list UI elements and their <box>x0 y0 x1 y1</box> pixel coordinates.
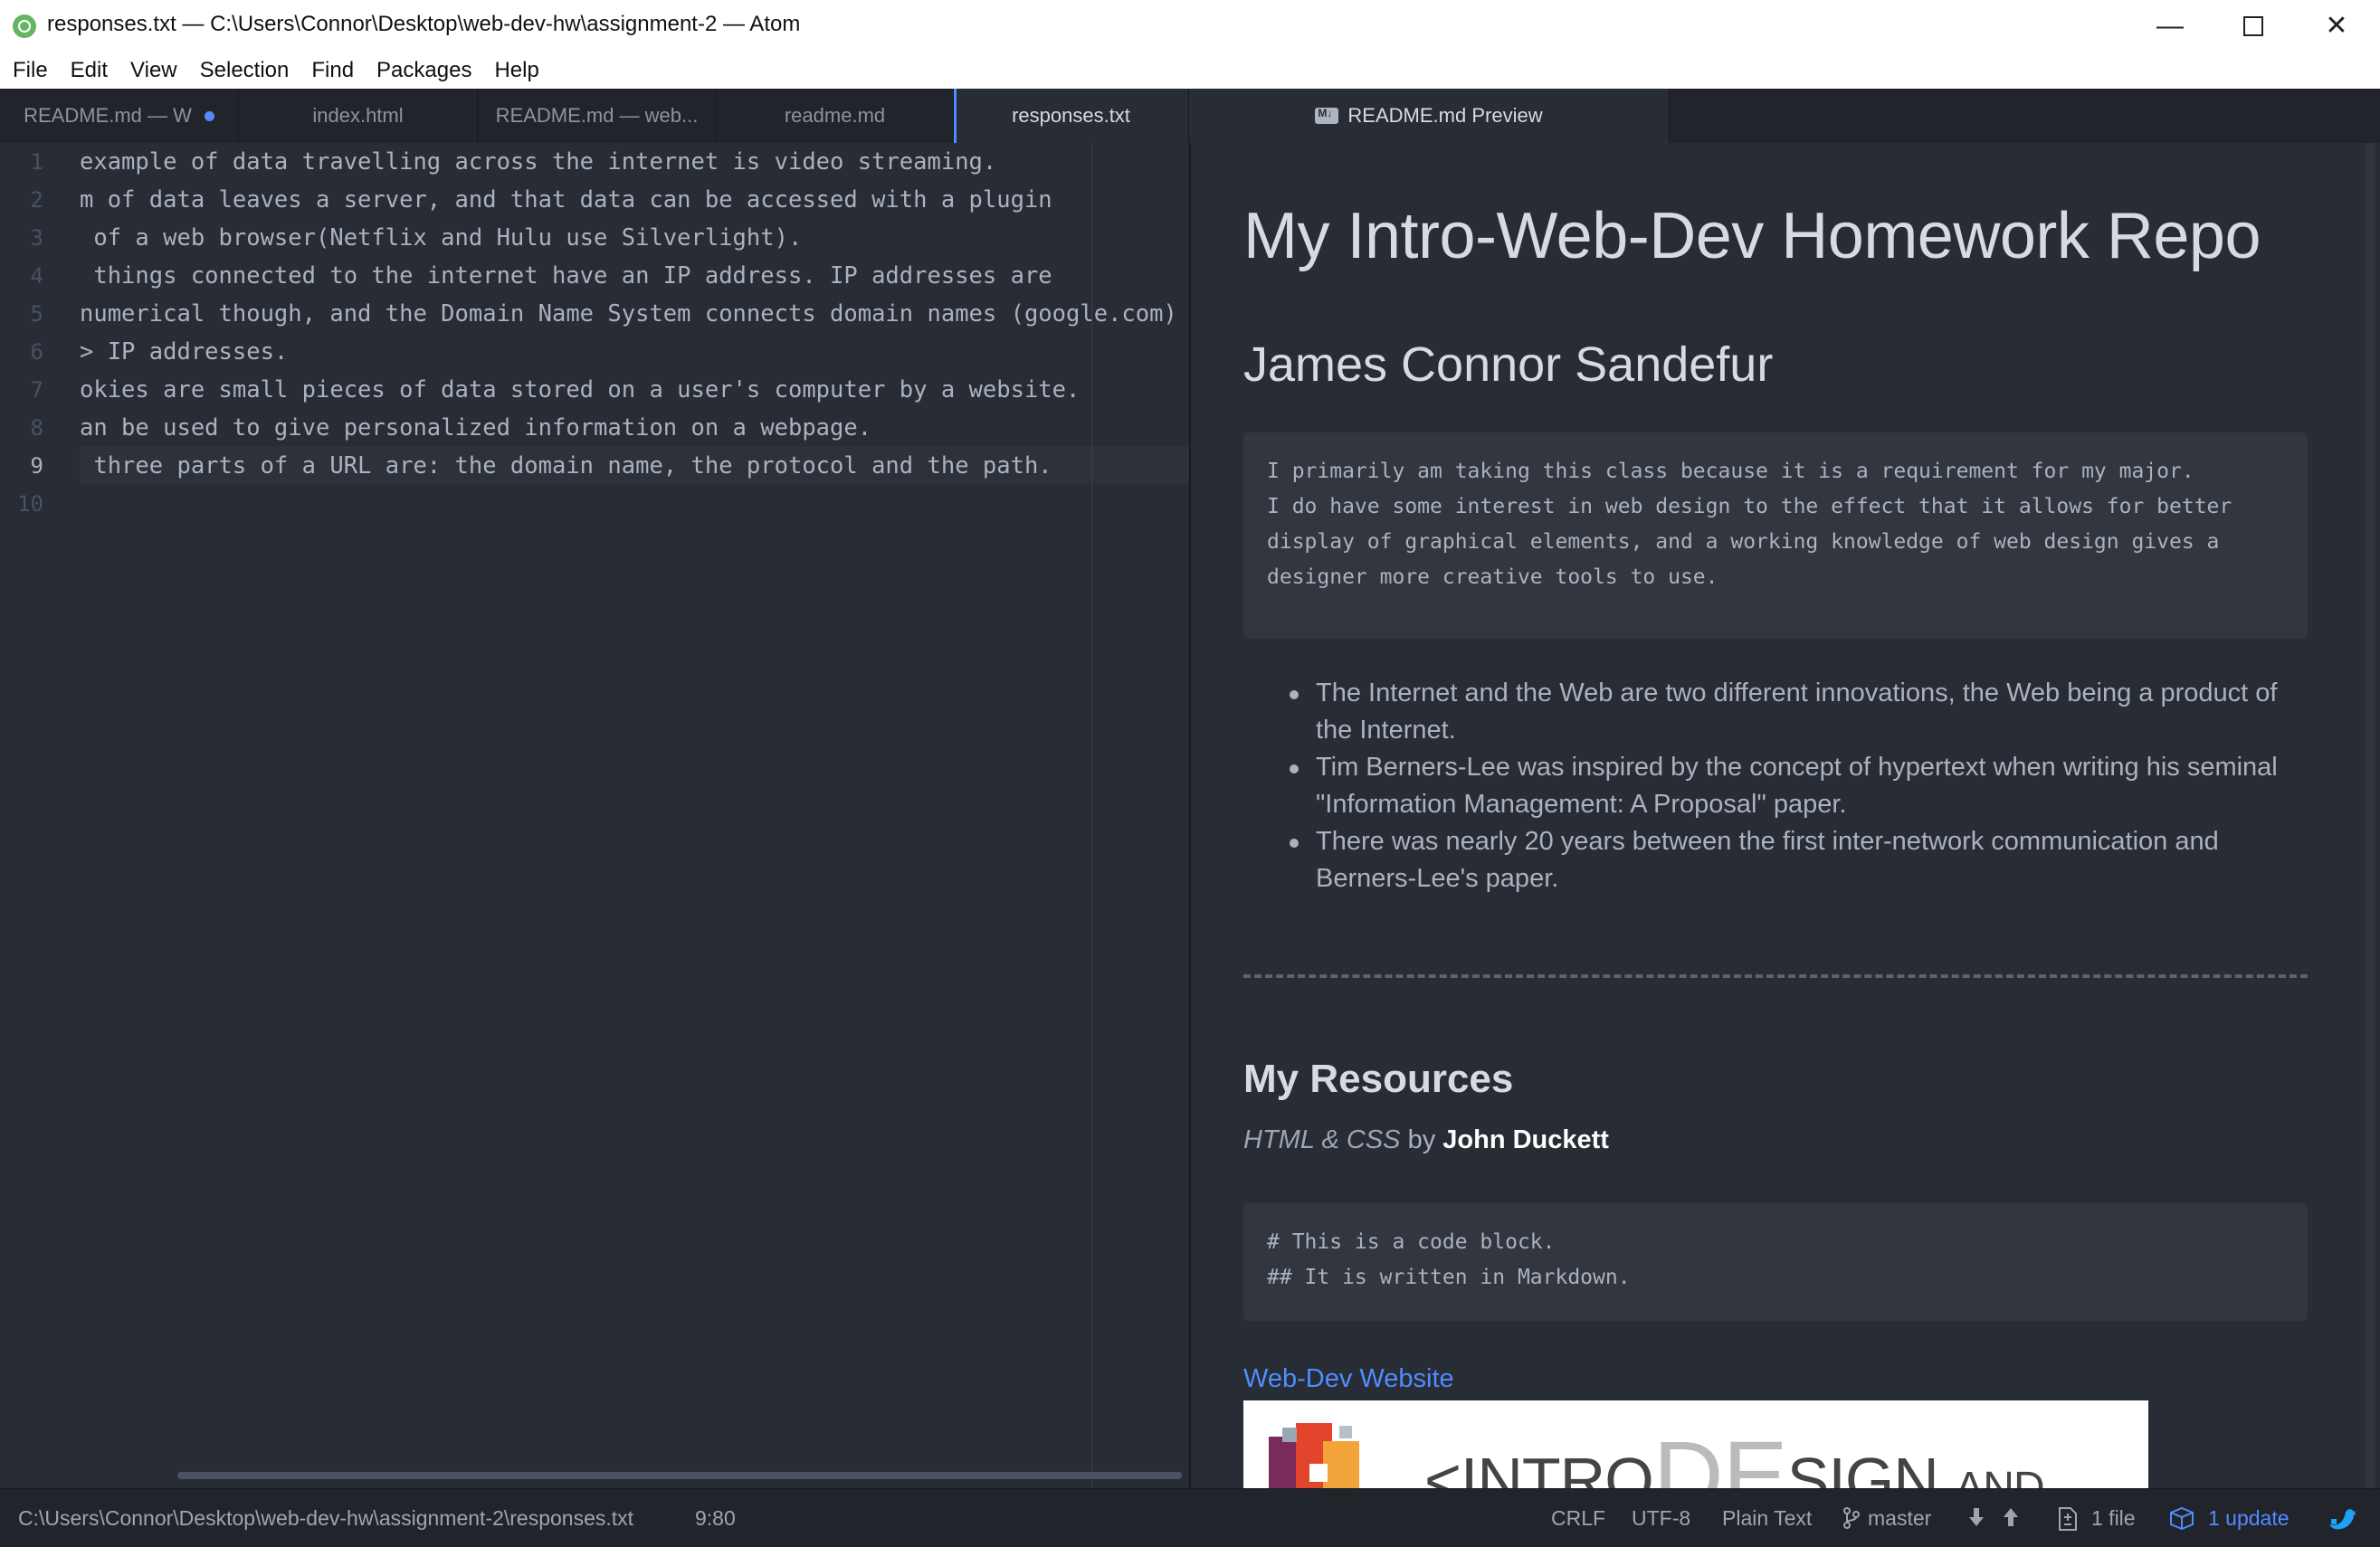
horizontal-scrollbar[interactable] <box>177 1472 1182 1479</box>
atom-logo-icon <box>13 14 36 38</box>
preview-heading-1: My Intro-Web-Dev Homework Repo <box>1243 200 2261 272</box>
window-title: responses.txt — C:\Users\Connor\Desktop\… <box>47 12 801 36</box>
pre-line: display of graphical elements, and a wor… <box>1267 530 2220 554</box>
code-line[interactable]: things connected to the internet have an… <box>80 257 1052 295</box>
twitter-bird-icon[interactable] <box>2328 1506 2356 1537</box>
tab-label: readme.md <box>784 104 886 127</box>
line-number: 8 <box>30 415 43 441</box>
tab-readme-md[interactable]: readme.md <box>717 89 954 143</box>
git-branch[interactable]: master <box>1868 1506 1931 1531</box>
menu-edit[interactable]: Edit <box>71 58 108 83</box>
modified-dot-icon <box>204 110 214 121</box>
preview-pre-block: I primarily am taking this class because… <box>1243 432 2308 639</box>
code-line[interactable]: okies are small pieces of data stored on… <box>80 371 1080 409</box>
package-update-icon[interactable] <box>2168 1506 2195 1535</box>
menu-view[interactable]: View <box>130 58 177 83</box>
banner-pixel-art <box>1269 1423 1359 1488</box>
tab-label: README.md Preview <box>1347 104 1543 127</box>
status-bar: C:\Users\Connor\Desktop\web-dev-hw\assig… <box>0 1488 2380 1547</box>
book-author: John Duckett <box>1442 1125 1609 1154</box>
tab-bar: README.md — W index.html README.md — web… <box>0 89 1189 143</box>
tab-readme-w[interactable]: README.md — W <box>0 89 239 143</box>
list-item: There was nearly 20 years between the fi… <box>1290 823 2311 897</box>
close-icon[interactable]: ✕ <box>2295 0 2378 52</box>
code-line[interactable]: m of data leaves a server, and that data… <box>80 181 1052 219</box>
code-line[interactable]: three parts of a URL are: the domain nam… <box>80 447 1052 485</box>
book-credit: HTML & CSS by John Duckett <box>1243 1125 1609 1155</box>
markdown-preview: My Intro-Web-Dev Homework Repo James Con… <box>1191 143 2380 1488</box>
banner-text: <INTRODESIGN AND <box>1424 1420 2045 1488</box>
encoding-selector[interactable]: UTF-8 <box>1632 1506 1690 1531</box>
pre-line: I primarily am taking this class because… <box>1267 460 2194 483</box>
maximize-icon[interactable] <box>2212 0 2295 52</box>
code-line[interactable]: > IP addresses. <box>80 333 288 371</box>
line-ending-selector[interactable]: CRLF <box>1551 1506 1605 1531</box>
line-number: 7 <box>30 377 43 403</box>
line-number: 10 <box>17 491 43 517</box>
menu-find[interactable]: Find <box>311 58 354 83</box>
menu-selection[interactable]: Selection <box>200 58 290 83</box>
tab-index-html[interactable]: index.html <box>239 89 478 143</box>
line-number: 5 <box>30 301 43 327</box>
menu-help[interactable]: Help <box>494 58 538 83</box>
line-number: 1 <box>30 149 43 175</box>
menu-bar: File Edit View Selection Find Packages H… <box>0 52 2380 89</box>
line-number: 3 <box>30 225 43 251</box>
preview-code-block: # This is a code block. ## It is written … <box>1243 1203 2308 1321</box>
pre-line: # This is a code block. <box>1267 1230 1556 1254</box>
preview-heading-2: James Connor Sandefur <box>1243 337 1774 392</box>
tab-readme-preview[interactable]: README.md Preview <box>1189 89 1670 143</box>
menu-file[interactable]: File <box>13 58 48 83</box>
tab-label: index.html <box>312 104 404 127</box>
preview-scrollbar[interactable] <box>2366 143 2375 1488</box>
line-number: 4 <box>30 263 43 289</box>
text-editor[interactable]: 1 2 3 4 5 6 7 8 9 10 example of data tra… <box>0 143 1189 1488</box>
line-number: 9 <box>30 453 43 479</box>
book-title: HTML & CSS <box>1243 1125 1401 1154</box>
git-branch-icon <box>1842 1506 1861 1535</box>
code-line[interactable]: example of data travelling across the in… <box>80 143 996 181</box>
code-line[interactable]: numerical though, and the Domain Name Sy… <box>80 295 1177 333</box>
list-item: Tim Berners-Lee was inspired by the conc… <box>1290 749 2311 823</box>
preview-bullet-list: The Internet and the Web are two differe… <box>1290 675 2311 897</box>
title-bar: responses.txt — C:\Users\Connor\Desktop\… <box>0 0 2380 53</box>
line-number: 2 <box>30 187 43 213</box>
list-item: The Internet and the Web are two differe… <box>1290 675 2311 749</box>
pre-line: I do have some interest in web design to… <box>1267 495 2232 518</box>
pre-line: designer more creative tools to use. <box>1267 565 1718 589</box>
line-number: 6 <box>30 339 43 365</box>
markdown-icon <box>1315 107 1339 124</box>
changed-files-count[interactable]: 1 file <box>2091 1506 2136 1531</box>
file-diff-icon <box>2058 1506 2078 1537</box>
tab-label: README.md — W <box>24 104 192 127</box>
code-line[interactable]: of a web browser(Netflix and Hulu use Si… <box>80 219 802 257</box>
grammar-selector[interactable]: Plain Text <box>1722 1506 1812 1531</box>
tab-readme-web[interactable]: README.md — web... <box>478 89 717 143</box>
preview-tab-bar: README.md Preview <box>1189 89 2380 143</box>
cursor-position[interactable]: 9:80 <box>695 1506 736 1531</box>
push-up-icon[interactable] <box>2002 1506 2020 1533</box>
pre-line: ## It is written in Markdown. <box>1267 1266 1631 1289</box>
book-by: by <box>1407 1125 1436 1154</box>
intro-design-banner-image: <INTRODESIGN AND <box>1243 1400 2148 1488</box>
tab-label: README.md — web... <box>495 104 699 127</box>
line-number-gutter: 1 2 3 4 5 6 7 8 9 10 <box>0 143 80 1488</box>
file-path[interactable]: C:\Users\Connor\Desktop\web-dev-hw\assig… <box>18 1506 633 1531</box>
tab-label: responses.txt <box>1012 104 1130 127</box>
preview-heading-resources: My Resources <box>1243 1057 1514 1101</box>
minimize-icon[interactable]: — <box>2128 0 2212 52</box>
tab-responses-txt[interactable]: responses.txt <box>954 89 1189 143</box>
web-dev-website-link[interactable]: Web-Dev Website <box>1243 1364 1454 1394</box>
code-line[interactable]: an be used to give personalized informat… <box>80 409 871 447</box>
wrap-guide <box>1091 143 1092 1488</box>
package-updates[interactable]: 1 update <box>2208 1506 2290 1531</box>
menu-packages[interactable]: Packages <box>376 58 471 83</box>
fetch-down-icon[interactable] <box>1967 1506 1985 1533</box>
horizontal-rule <box>1243 974 2308 978</box>
